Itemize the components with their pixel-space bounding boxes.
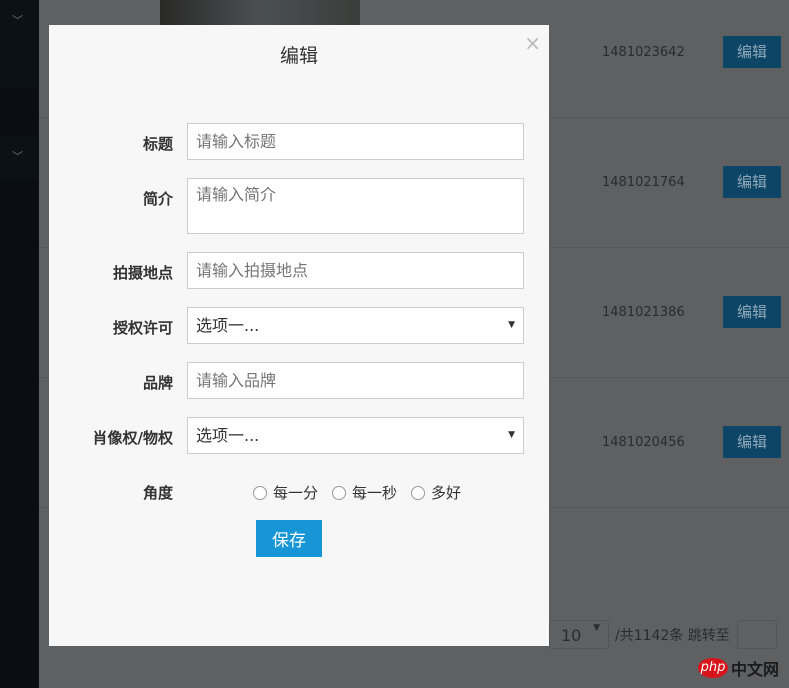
radio-label: 多好 <box>431 484 462 502</box>
edit-modal: 编辑 × 标题 简介 拍摄地点 授权许可 选项一... ▼ 品牌 肖像权/物权 选… <box>49 25 549 646</box>
radio-label: 每一秒 <box>352 484 398 502</box>
title-input[interactable] <box>187 123 524 160</box>
edit-button[interactable]: 编辑 <box>723 426 781 458</box>
edit-button[interactable]: 编辑 <box>723 166 781 198</box>
portrait-rights-value: 选项一... <box>196 426 260 445</box>
watermark-logo: php 中文网 <box>698 656 779 680</box>
brand-label: 品牌 <box>142 374 173 392</box>
angle-radio-option[interactable]: 每一分 <box>253 482 318 503</box>
edit-button[interactable]: 编辑 <box>723 296 781 328</box>
row-id: 1481020456 <box>602 435 685 450</box>
chevron-down-icon: ﹀ <box>12 150 23 163</box>
angle-label: 角度 <box>142 484 173 502</box>
intro-label: 简介 <box>142 190 173 208</box>
license-select[interactable]: 选项一... ▼ <box>187 307 524 344</box>
caret-down-icon: ▼ <box>593 623 600 633</box>
caret-down-icon: ▼ <box>508 320 515 330</box>
row-id: 1481021386 <box>602 305 685 320</box>
portrait-rights-label: 肖像权/物权 <box>92 429 173 447</box>
intro-textarea[interactable] <box>187 178 524 234</box>
thumbnail-image <box>160 0 360 26</box>
row-id: 1481021764 <box>602 175 685 190</box>
radio-circle-icon[interactable] <box>411 485 426 500</box>
radio-circle-icon[interactable] <box>253 485 267 500</box>
title-label: 标题 <box>142 135 173 153</box>
license-value: 选项一... <box>196 316 260 335</box>
portrait-rights-select[interactable]: 选项一... ▼ <box>187 417 524 454</box>
pager-total-text: /共1142条 跳转至 <box>615 628 730 644</box>
jump-page-input[interactable] <box>737 620 777 649</box>
page-size-select[interactable]: 10 ▼ <box>549 620 609 649</box>
angle-radio-group: 每一分 每一秒 多好 <box>253 482 461 503</box>
radio-circle-icon[interactable] <box>332 485 347 500</box>
row-id: 1481023642 <box>602 45 685 60</box>
location-label: 拍摄地点 <box>112 264 173 282</box>
sidebar-menu-2[interactable]: ﹀ <box>0 136 39 178</box>
angle-radio-option[interactable]: 每一秒 <box>332 482 397 503</box>
page-size-value: 10 <box>561 626 582 645</box>
angle-radio-option[interactable]: 多好 <box>411 482 461 503</box>
sidebar-menu-1[interactable]: ﹀ <box>0 0 39 88</box>
brand-input[interactable] <box>187 362 524 399</box>
license-label: 授权许可 <box>112 319 173 337</box>
edit-button[interactable]: 编辑 <box>723 36 781 68</box>
modal-title: 编辑 <box>279 45 318 67</box>
caret-down-icon: ▼ <box>508 430 515 440</box>
save-button[interactable]: 保存 <box>256 520 322 557</box>
chevron-down-icon: ﹀ <box>12 14 23 27</box>
close-icon[interactable]: × <box>524 31 541 55</box>
sidebar: ﹀ ﹀ <box>0 0 39 688</box>
radio-label: 每一分 <box>273 484 319 502</box>
location-input[interactable] <box>187 252 524 289</box>
